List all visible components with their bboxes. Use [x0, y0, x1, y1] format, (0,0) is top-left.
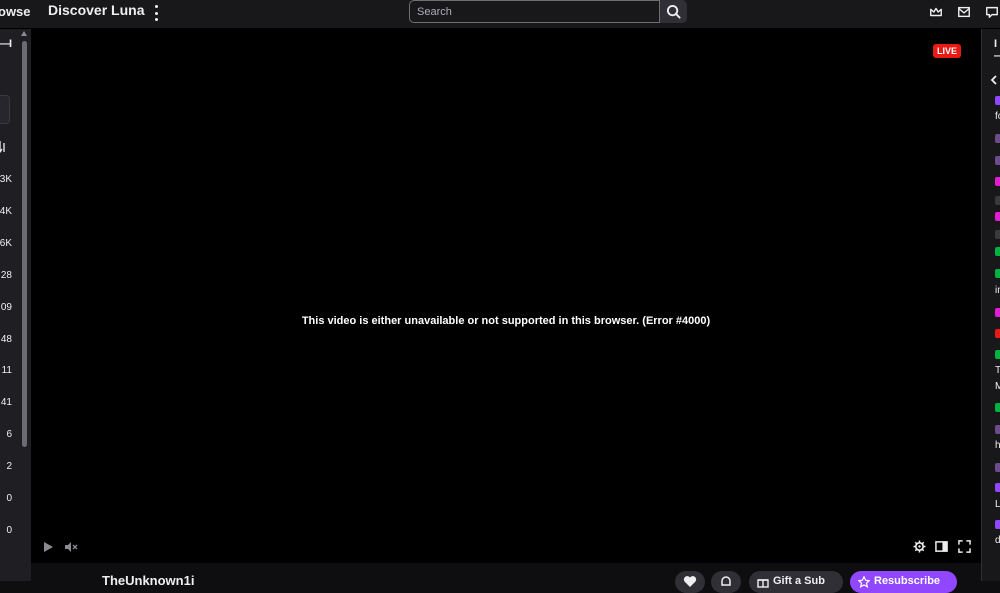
- star-icon: [858, 576, 870, 588]
- search-icon: [666, 4, 681, 19]
- resubscribe-label: Resubscribe: [874, 575, 941, 587]
- collapse-sidebar-button[interactable]: I—I: [0, 38, 12, 50]
- chevron-left-icon[interactable]: [990, 75, 998, 85]
- viewer-count: 48: [0, 334, 12, 345]
- sort-icon[interactable]: [0, 140, 7, 153]
- followed-channels-sidebar: I—I 3K 4K 6K 28 09 48 11 41 6 2 0 0: [0, 29, 31, 581]
- gift-sub-button[interactable]: Gift a Sub: [749, 571, 843, 593]
- heart-icon: [683, 576, 697, 587]
- chat-panel: I— fo in T M h L d: [981, 29, 1000, 581]
- channel-discover-link[interactable]: Discover Luna: [48, 2, 144, 18]
- chat-badge-icon: [995, 269, 1000, 278]
- viewer-count: 6K: [0, 238, 12, 249]
- whispers-icon[interactable]: [985, 5, 999, 19]
- inbox-icon[interactable]: [957, 5, 971, 19]
- chat-badge-icon: [995, 177, 1000, 186]
- chat-badge-icon: [995, 520, 1000, 529]
- chat-collapse-button[interactable]: I—: [994, 38, 1000, 62]
- fullscreen-icon[interactable]: [958, 540, 971, 553]
- crown-icon[interactable]: [929, 5, 943, 19]
- live-badge: LIVE: [932, 44, 961, 58]
- channel-info-bar: TheUnknown1i Gift a Sub Resubscribe: [31, 563, 981, 593]
- viewer-count: 2: [6, 461, 12, 472]
- search-input[interactable]: Search: [409, 0, 660, 23]
- viewer-count: 4K: [0, 206, 12, 217]
- top-nav: owse Discover Luna Search: [0, 0, 1000, 29]
- video-player[interactable]: LIVE This video is either unavailable or…: [31, 29, 981, 563]
- chat-badge-icon: [995, 329, 1000, 338]
- chat-badge-icon: [995, 350, 1000, 359]
- browse-link[interactable]: owse: [0, 4, 31, 19]
- chat-badge-icon: [995, 156, 1000, 165]
- bell-icon: [721, 576, 731, 586]
- chat-badge-icon: [995, 134, 1000, 143]
- sidebar-scrollbar[interactable]: [22, 41, 27, 447]
- settings-gear-icon[interactable]: [913, 540, 926, 553]
- chat-message-fragment: d: [995, 535, 1000, 546]
- chat-badge-icon: [995, 247, 1000, 256]
- search-button[interactable]: [660, 0, 687, 23]
- chat-message-fragment: L: [995, 499, 1000, 510]
- viewer-count: 41: [0, 397, 12, 408]
- mute-icon[interactable]: [64, 540, 78, 554]
- chat-badge-icon: [995, 308, 1000, 317]
- chat-badge-icon: [995, 196, 1000, 205]
- chat-message-fragment: T: [995, 365, 1000, 376]
- chat-badge-icon: [995, 96, 1000, 105]
- more-options-icon[interactable]: [151, 4, 161, 22]
- gift-icon: [757, 579, 769, 588]
- chat-message-fragment: h: [995, 440, 1000, 451]
- sidebar-card[interactable]: [0, 95, 10, 124]
- follow-button[interactable]: [675, 571, 705, 593]
- player-error-message: This video is either unavailable or not …: [301, 315, 711, 327]
- chat-badge-icon: [995, 483, 1000, 492]
- viewer-count: 6: [6, 429, 12, 440]
- viewer-count: 09: [0, 302, 12, 313]
- chat-badge-icon: [995, 230, 1000, 239]
- chat-message-fragment: fo: [995, 111, 1000, 122]
- scrollbar-up-arrow[interactable]: [21, 31, 27, 36]
- chat-message-fragment: in: [995, 285, 1000, 296]
- viewer-count: 3K: [0, 174, 12, 185]
- theatre-mode-icon[interactable]: [935, 540, 948, 553]
- chat-badge-icon: [995, 463, 1000, 472]
- notifications-button[interactable]: [711, 571, 741, 593]
- viewer-count: 0: [6, 525, 12, 536]
- viewer-count: 0: [6, 493, 12, 504]
- gift-sub-label: Gift a Sub: [773, 575, 825, 587]
- viewer-count: 11: [1, 365, 12, 376]
- resubscribe-button[interactable]: Resubscribe: [850, 571, 957, 593]
- play-icon[interactable]: [42, 541, 54, 553]
- chat-badge-icon: [995, 212, 1000, 221]
- chat-badge-icon: [995, 403, 1000, 412]
- chat-badge-icon: [995, 425, 1000, 434]
- chat-message-fragment: M: [995, 381, 1000, 392]
- viewer-count: 28: [0, 270, 12, 281]
